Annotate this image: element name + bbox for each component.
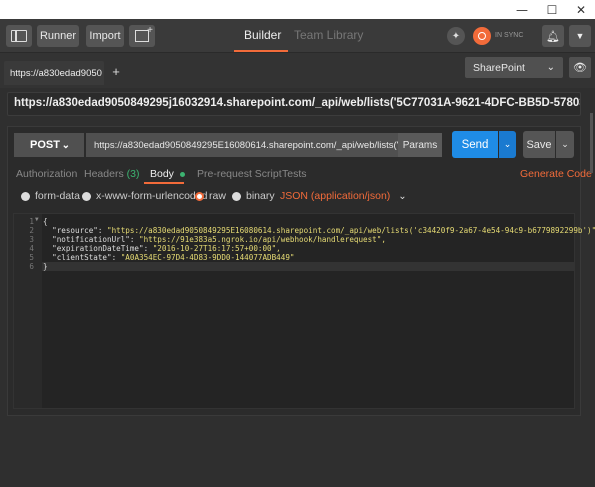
new-window-button[interactable]: + [129, 25, 155, 47]
json-value: "A0A354EC-97D4-4D83-9DD0-144077ADB449" [120, 253, 295, 262]
active-tab-indicator [234, 50, 288, 52]
settings-menu-button[interactable]: ▼ [569, 25, 591, 47]
tab-team-library[interactable]: Team Library [294, 28, 363, 42]
content-type-select[interactable]: JSON (application/json) ⌄ [280, 190, 407, 202]
code-text: { [43, 217, 48, 226]
json-key: "clientState": [43, 253, 121, 262]
send-button[interactable]: Send [452, 131, 498, 158]
line-number: 6 [29, 262, 34, 271]
tab-body[interactable]: Body [150, 168, 185, 180]
request-tab[interactable]: https://a830edad9050 [4, 61, 104, 85]
new-tab-plus-icon[interactable]: + [108, 64, 124, 82]
notifications-button[interactable]: 🔔︎ [542, 25, 564, 47]
radio-binary-label: binary [246, 190, 275, 202]
fold-arrow-icon: ▼ [35, 216, 39, 223]
save-options-button[interactable]: ⌄ [556, 131, 574, 158]
tab-body-label: Body [150, 168, 174, 180]
import-button[interactable]: Import [86, 25, 124, 47]
line-number: 2 [29, 226, 34, 235]
radio-raw-label: raw [209, 190, 226, 202]
save-button[interactable]: Save [523, 131, 555, 158]
radio-urlencoded[interactable]: x-www-form-urlencoded [82, 190, 207, 202]
url-input-value: https://a830edad9050849295E16080614.shar… [94, 139, 398, 151]
body-tab-underline [144, 182, 184, 184]
body-editor[interactable]: 1 ▼ { 2 "resource": "https://a830edad905… [13, 213, 595, 409]
radio-form-data[interactable]: form-data [21, 190, 80, 202]
json-value: "https://91e383a5.ngrok.io/api/webhook/h… [139, 235, 386, 244]
radio-urlencoded-label: x-www-form-urlencoded [96, 190, 208, 202]
request-tab-label: https://a830edad9050 [10, 67, 102, 79]
minimize-icon[interactable]: — [508, 0, 536, 19]
json-value: "https://a830edad9050849295E16080614.sha… [107, 226, 595, 235]
environment-select[interactable]: SharePoint ⌄ [465, 57, 563, 78]
scrollbar[interactable] [590, 113, 593, 173]
request-tab-bar: https://a830edad9050 + SharePoint ⌄ 👁︎ [0, 53, 595, 88]
eye-icon: 👁︎ [573, 62, 587, 74]
chevron-down-icon: ⌄ [503, 139, 512, 149]
maximize-icon[interactable]: ☐ [538, 0, 566, 19]
url-input[interactable]: https://a830edad9050849295E16080614.shar… [86, 133, 398, 157]
content-type-label: JSON (application/json) [280, 190, 391, 202]
send-options-button[interactable]: ⌄ [499, 131, 516, 158]
json-value: "2016-10-27T16:17:57+00:00", [152, 244, 281, 253]
line-number: 3 [29, 235, 34, 244]
json-key: "resource": [43, 226, 108, 235]
request-name: https://a830edad9050849295j16032914.shar… [14, 97, 580, 109]
params-button[interactable]: Params [398, 133, 442, 157]
code-text: } [43, 262, 48, 271]
environment-preview-button[interactable]: 👁︎ [569, 57, 591, 78]
tab-prerequest-script[interactable]: Pre-request Script [197, 168, 282, 180]
app-header: Runner Import + Builder Team Library ✦ I… [0, 19, 595, 53]
radio-circle-icon [21, 191, 30, 201]
radio-circle-icon [82, 191, 91, 201]
line-number: 1 [29, 217, 34, 226]
interceptor-icon[interactable]: ✦ [447, 27, 465, 45]
radio-form-data-label: form-data [35, 190, 80, 202]
chevron-down-icon: ⌄ [546, 62, 555, 73]
tab-headers-label: Headers [84, 168, 124, 180]
runner-button[interactable]: Runner [37, 25, 79, 47]
tab-headers[interactable]: Headers (3) [84, 168, 139, 180]
request-url-title[interactable]: https://a830edad9050849295j16032914.shar… [7, 92, 581, 116]
line-number: 5 [29, 253, 34, 262]
chevron-down-icon: ⌄ [398, 190, 407, 202]
chevron-down-icon: ⌄ [61, 139, 70, 151]
empty-response-area [0, 420, 595, 487]
bell-icon: 🔔︎ [546, 30, 560, 43]
line-number: 4 [29, 244, 34, 253]
sidebar-icon [11, 30, 27, 42]
sync-icon[interactable] [473, 27, 491, 45]
active-line-highlight [42, 262, 574, 271]
window-titlebar: — ☐ ✕ [0, 0, 595, 19]
tab-tests[interactable]: Tests [282, 168, 307, 180]
tab-authorization[interactable]: Authorization [16, 168, 77, 180]
radio-selected-icon [195, 191, 204, 201]
sidebar-toggle-button[interactable] [6, 25, 32, 47]
environment-label: SharePoint [473, 61, 525, 74]
sync-status: IN SYNC [495, 32, 524, 39]
radio-binary[interactable]: binary [232, 190, 275, 202]
close-icon[interactable]: ✕ [567, 0, 595, 19]
radio-raw[interactable]: raw [195, 190, 226, 202]
tab-builder[interactable]: Builder [244, 28, 281, 42]
json-key: "expirationDateTime": [43, 244, 153, 253]
json-key: "notificationUrl": [43, 235, 140, 244]
tab-headers-count: (3) [126, 168, 140, 180]
method-select[interactable]: POST ⌄ [14, 133, 84, 157]
chevron-down-icon: ⌄ [561, 139, 569, 149]
body-active-dot-icon [179, 171, 185, 177]
generate-code-link[interactable]: Generate Code [520, 168, 592, 180]
method-label: POST [30, 139, 60, 151]
radio-circle-icon [232, 191, 241, 201]
new-window-icon: + [135, 26, 153, 42]
chevron-down-icon: ▼ [575, 31, 585, 41]
